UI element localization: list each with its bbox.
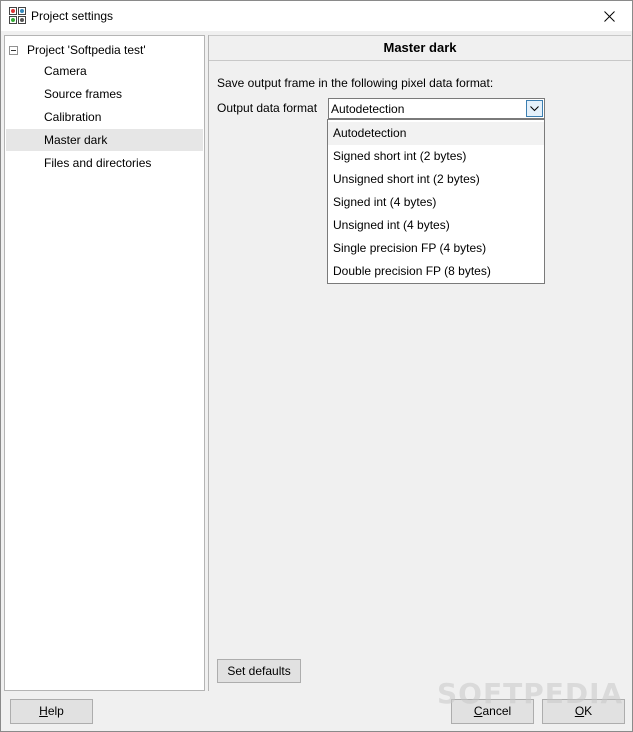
close-button[interactable] <box>594 4 624 28</box>
tree-item-source-frames[interactable]: Source frames <box>6 83 203 105</box>
set-defaults-button[interactable]: Set defaults <box>217 659 301 683</box>
help-button[interactable]: Help <box>10 699 93 724</box>
dropdown-option[interactable]: Single precision FP (4 bytes) <box>328 237 544 260</box>
tree-item-label: Calibration <box>44 110 102 124</box>
output-format-dropdown-list: Autodetection Signed short int (2 bytes)… <box>327 119 545 284</box>
tree-item-master-dark[interactable]: Master dark <box>6 129 203 151</box>
tree-item-label: Source frames <box>44 87 123 101</box>
tree-item-label: Camera <box>44 64 87 78</box>
tree-root-label: Project 'Softpedia test' <box>27 43 146 57</box>
cancel-label: ancel <box>482 704 512 718</box>
tree-root[interactable]: Project 'Softpedia test' <box>9 41 146 59</box>
tree-item-label: Files and directories <box>44 156 152 170</box>
tree-item-camera[interactable]: Camera <box>6 60 203 82</box>
dropdown-button[interactable] <box>526 100 543 117</box>
help-label: elp <box>47 704 64 718</box>
cancel-button[interactable]: Cancel <box>451 699 534 724</box>
dropdown-option[interactable]: Double precision FP (8 bytes) <box>328 260 544 283</box>
dropdown-option[interactable]: Unsigned int (4 bytes) <box>328 214 544 237</box>
chevron-down-icon <box>530 105 539 111</box>
ok-button[interactable]: OK <box>542 699 625 724</box>
tree-item-calibration[interactable]: Calibration <box>6 106 203 128</box>
settings-tree: Project 'Softpedia test' Camera Source f… <box>4 35 205 691</box>
title-bar: Project settings <box>1 1 632 31</box>
dropdown-option[interactable]: Signed int (4 bytes) <box>328 191 544 214</box>
format-description: Save output frame in the following pixel… <box>217 76 494 90</box>
window-title: Project settings <box>31 9 114 23</box>
tree-item-label: Master dark <box>44 133 108 147</box>
ok-label: K <box>584 704 593 718</box>
help-access-key: H <box>39 704 48 718</box>
ok-access-key: O <box>574 704 585 718</box>
close-icon <box>603 10 615 22</box>
tree-item-files-and-directories[interactable]: Files and directories <box>6 152 203 174</box>
output-format-value: Autodetection <box>331 101 405 116</box>
dropdown-option[interactable]: Signed short int (2 bytes) <box>328 145 544 168</box>
dialog-button-bar: Help Cancel OK <box>1 693 632 731</box>
panel-header: Master dark <box>209 35 631 61</box>
collapse-icon[interactable] <box>9 45 18 55</box>
output-format-label: Output data format <box>217 101 318 115</box>
output-format-select[interactable]: Autodetection <box>328 98 545 119</box>
app-icon <box>9 7 26 24</box>
dropdown-option[interactable]: Autodetection <box>328 122 544 145</box>
dropdown-option[interactable]: Unsigned short int (2 bytes) <box>328 168 544 191</box>
project-settings-window: Project settings Project 'Softpedia test… <box>0 0 633 732</box>
